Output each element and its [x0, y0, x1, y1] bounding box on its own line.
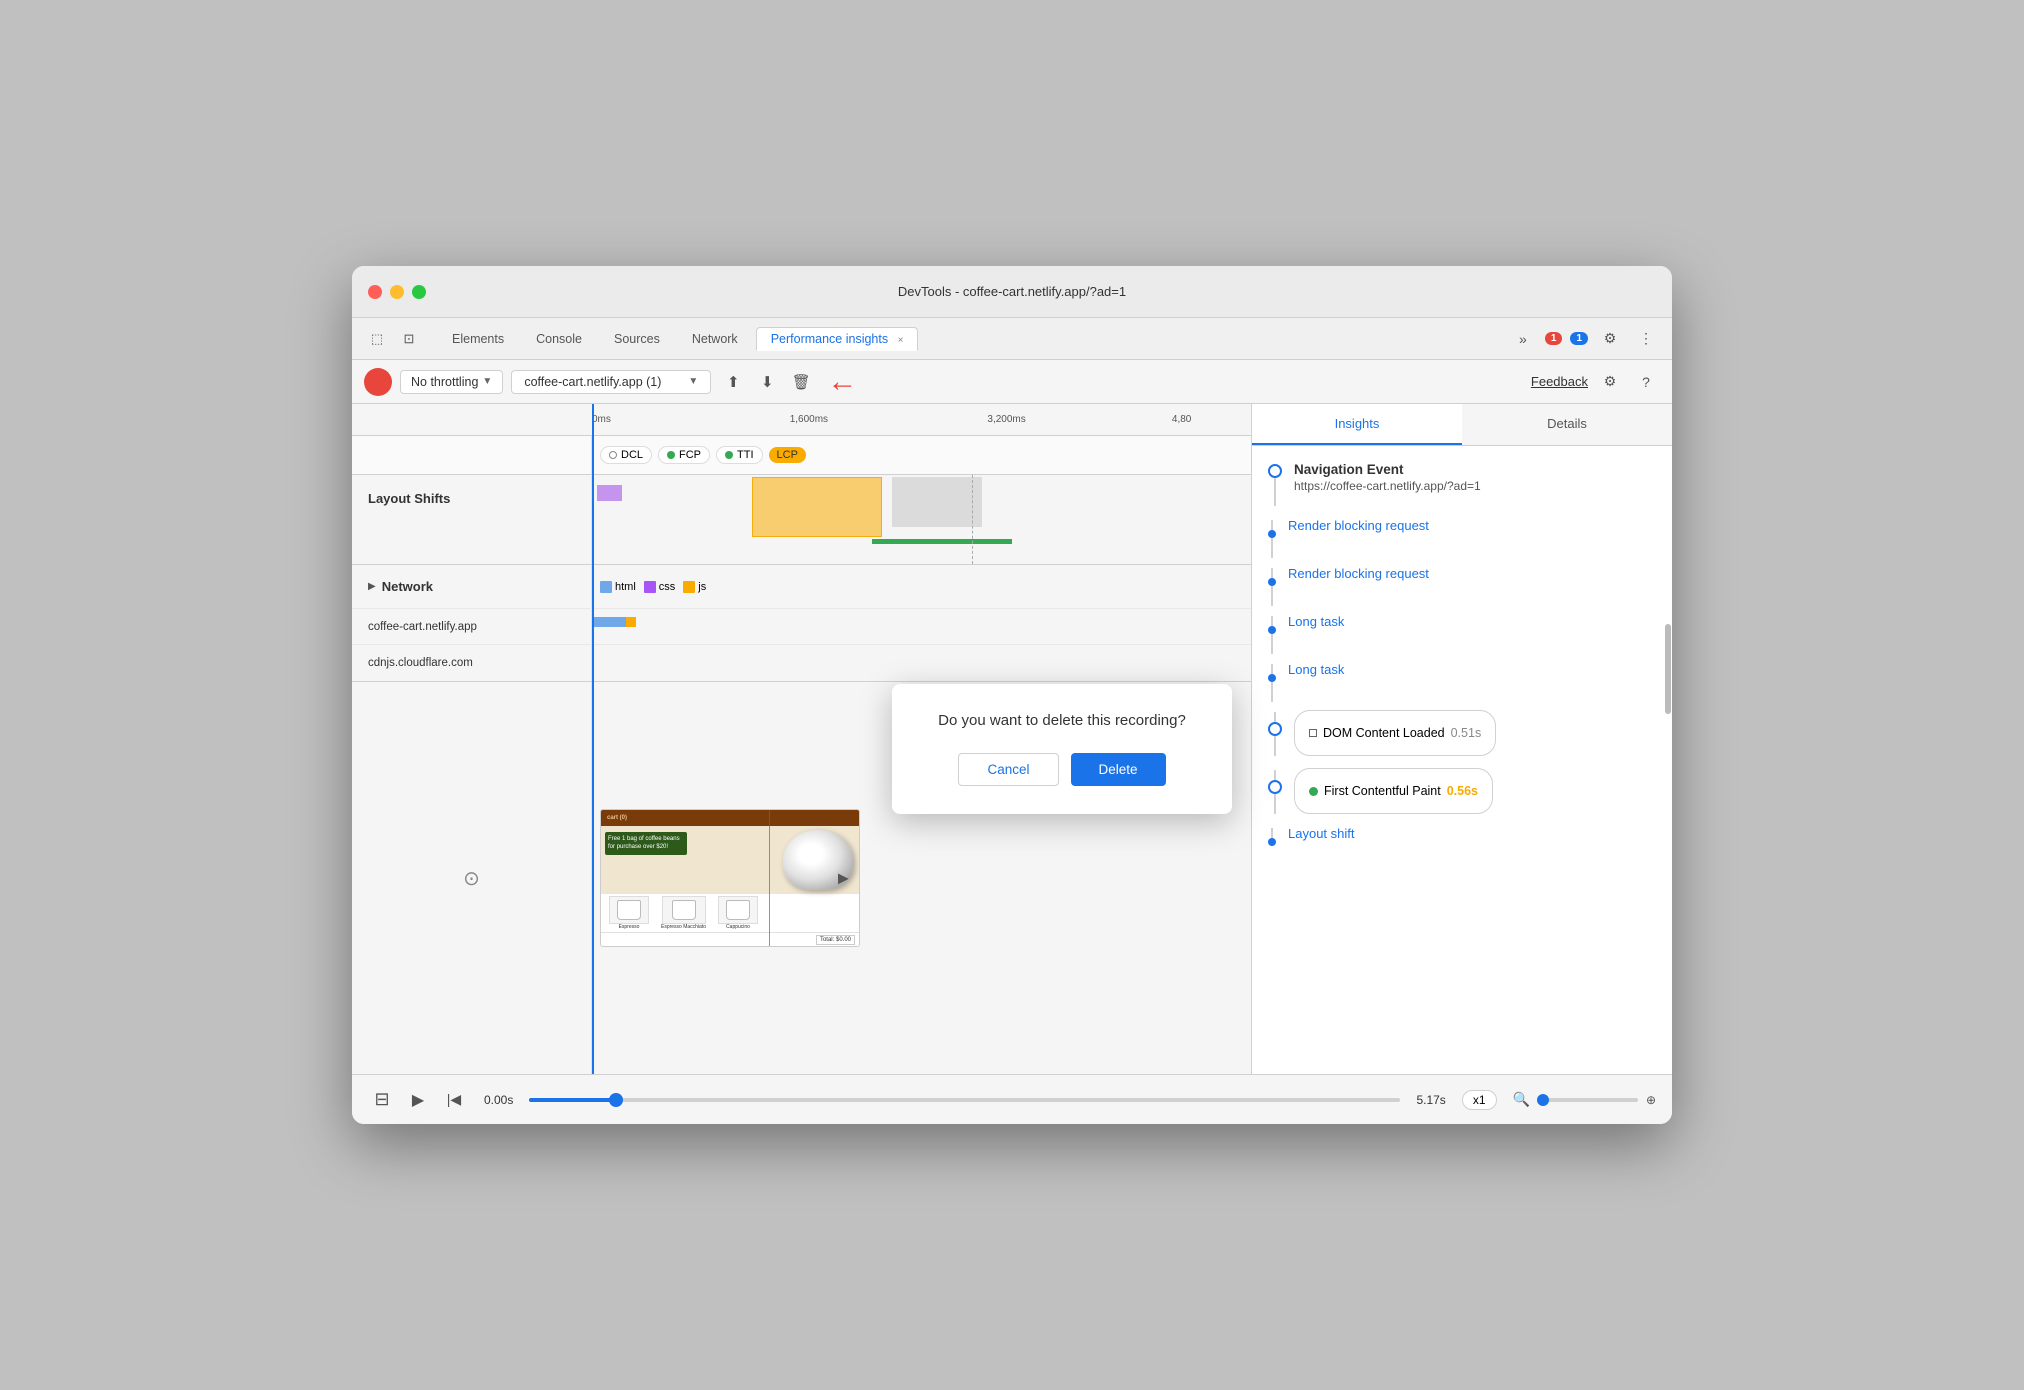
- dialog-buttons: Cancel Delete: [924, 753, 1200, 786]
- tab-icons: ⬚ ⊡: [364, 326, 422, 352]
- tab-elements[interactable]: Elements: [438, 328, 518, 350]
- zoom-out-icon[interactable]: 🔍: [1513, 1091, 1530, 1108]
- ruler-mark-480: 4,80: [1172, 414, 1191, 425]
- timeline-panel: 0ms 1,600ms 3,200ms 4,80 DCL: [352, 404, 1252, 1074]
- layout-shifts-label: Layout Shifts: [368, 491, 450, 506]
- nav-title: Navigation Event: [1294, 462, 1481, 477]
- pills-area: DCL FCP TTI LCP: [352, 436, 1251, 475]
- tabbar: ⬚ ⊡ Elements Console Sources Network Per…: [352, 318, 1672, 360]
- scrollbar-thumb: [1665, 624, 1671, 714]
- zoom-controls: 🔍 ⊕: [1513, 1091, 1657, 1108]
- ruler-mark-3200: 3,200ms: [987, 414, 1025, 425]
- tab-network[interactable]: Network: [678, 328, 752, 350]
- message-badge: 1: [1570, 332, 1588, 345]
- timeline-scrubber[interactable]: [529, 1098, 1400, 1102]
- network-item-1: coffee-cart.netlify.app: [368, 621, 477, 633]
- play-button[interactable]: ▶: [404, 1086, 432, 1114]
- url-dropdown-arrow-icon: ▼: [688, 376, 698, 387]
- speed-selector[interactable]: x1: [1462, 1090, 1497, 1110]
- error-badge: 1: [1545, 332, 1563, 345]
- zoom-in-icon[interactable]: ⊕: [1646, 1093, 1656, 1107]
- scrubber-handle[interactable]: [609, 1093, 623, 1107]
- feedback-link[interactable]: Feedback: [1531, 374, 1588, 389]
- window-title: DevTools - coffee-cart.netlify.app/?ad=1: [898, 284, 1126, 299]
- arrow-indicator: ←: [827, 365, 857, 399]
- toolbar: No throttling ▼ coffee-cart.netlify.app …: [352, 360, 1672, 404]
- cancel-button[interactable]: Cancel: [958, 753, 1058, 786]
- tab-performance-insights[interactable]: Performance insights ×: [756, 327, 919, 351]
- dialog-message: Do you want to delete this recording?: [924, 712, 1200, 729]
- throttling-dropdown[interactable]: No throttling ▼: [400, 370, 503, 394]
- delete-recording-button[interactable]: 🗑: [787, 368, 815, 396]
- delete-button[interactable]: Delete: [1071, 753, 1166, 786]
- tab-details[interactable]: Details: [1462, 404, 1672, 445]
- ruler-mark-0: 0ms: [592, 414, 611, 425]
- more-tabs-icon[interactable]: »: [1509, 325, 1537, 353]
- dialog-overlay: Do you want to delete this recording? Ca…: [552, 484, 1252, 1014]
- export-icon[interactable]: ⬆: [719, 368, 747, 396]
- maximize-button[interactable]: [412, 285, 426, 299]
- insights-scrollbar[interactable]: [1664, 624, 1672, 1014]
- tab-console[interactable]: Console: [522, 328, 596, 350]
- record-button[interactable]: [364, 368, 392, 396]
- lcp-pill: LCP: [769, 447, 806, 463]
- ruler-mark-1600: 1,600ms: [790, 414, 828, 425]
- toolbar-actions: ⬆ ⬇ 🗑: [719, 368, 815, 396]
- tab-more: » 1 1 ⚙ ⋮: [1509, 325, 1660, 353]
- settings-icon[interactable]: ⚙: [1596, 325, 1624, 353]
- tti-pill: TTI: [716, 446, 763, 464]
- url-selector[interactable]: coffee-cart.netlify.app (1) ▼: [511, 370, 711, 394]
- performance-settings-icon[interactable]: ⚙: [1596, 368, 1624, 396]
- traffic-lights: [368, 285, 426, 299]
- close-button[interactable]: [368, 285, 382, 299]
- cursor-icon[interactable]: ⬚: [364, 326, 390, 352]
- screenshot-camera-icon: ⊙: [463, 866, 480, 891]
- dcl-pill: DCL: [600, 446, 652, 464]
- zoom-slider[interactable]: [1538, 1098, 1638, 1102]
- nav-dot: [1268, 464, 1282, 478]
- playback-bar: ⊟ ▶ |◀ 0.00s 5.17s x1 🔍 ⊕: [352, 1074, 1672, 1124]
- import-icon[interactable]: ⬇: [753, 368, 781, 396]
- current-time: 0.00s: [484, 1093, 513, 1107]
- tab-close-icon[interactable]: ×: [898, 335, 904, 346]
- device-icon[interactable]: ⊡: [396, 326, 422, 352]
- main-content: 0ms 1,600ms 3,200ms 4,80 DCL: [352, 404, 1672, 1074]
- network-item-2: cdnjs.cloudflare.com: [368, 657, 473, 669]
- tab-sources[interactable]: Sources: [600, 328, 674, 350]
- menu-icon[interactable]: ⋮: [1632, 325, 1660, 353]
- skip-to-start-icon[interactable]: |◀: [440, 1086, 468, 1114]
- screenshot-toggle-icon[interactable]: ⊟: [368, 1086, 396, 1114]
- scrubber-fill: [529, 1098, 616, 1102]
- minimize-button[interactable]: [390, 285, 404, 299]
- fcp-pill: FCP: [658, 446, 710, 464]
- tab-insights[interactable]: Insights: [1252, 404, 1462, 445]
- dropdown-arrow-icon: ▼: [482, 376, 492, 387]
- devtools-window: DevTools - coffee-cart.netlify.app/?ad=1…: [352, 266, 1672, 1124]
- play-controls: ⊟ ▶ |◀: [368, 1086, 468, 1114]
- insights-tabs: Insights Details: [1252, 404, 1672, 446]
- total-time: 5.17s: [1416, 1093, 1445, 1107]
- network-label: Network: [382, 579, 433, 594]
- network-expand-icon[interactable]: ▶: [368, 581, 376, 592]
- titlebar: DevTools - coffee-cart.netlify.app/?ad=1: [352, 266, 1672, 318]
- zoom-handle[interactable]: [1537, 1094, 1549, 1106]
- timeline-ruler: 0ms 1,600ms 3,200ms 4,80: [352, 404, 1251, 436]
- delete-dialog: Do you want to delete this recording? Ca…: [892, 684, 1232, 814]
- timing-pills: DCL FCP TTI LCP: [592, 436, 1251, 474]
- help-icon[interactable]: ?: [1632, 368, 1660, 396]
